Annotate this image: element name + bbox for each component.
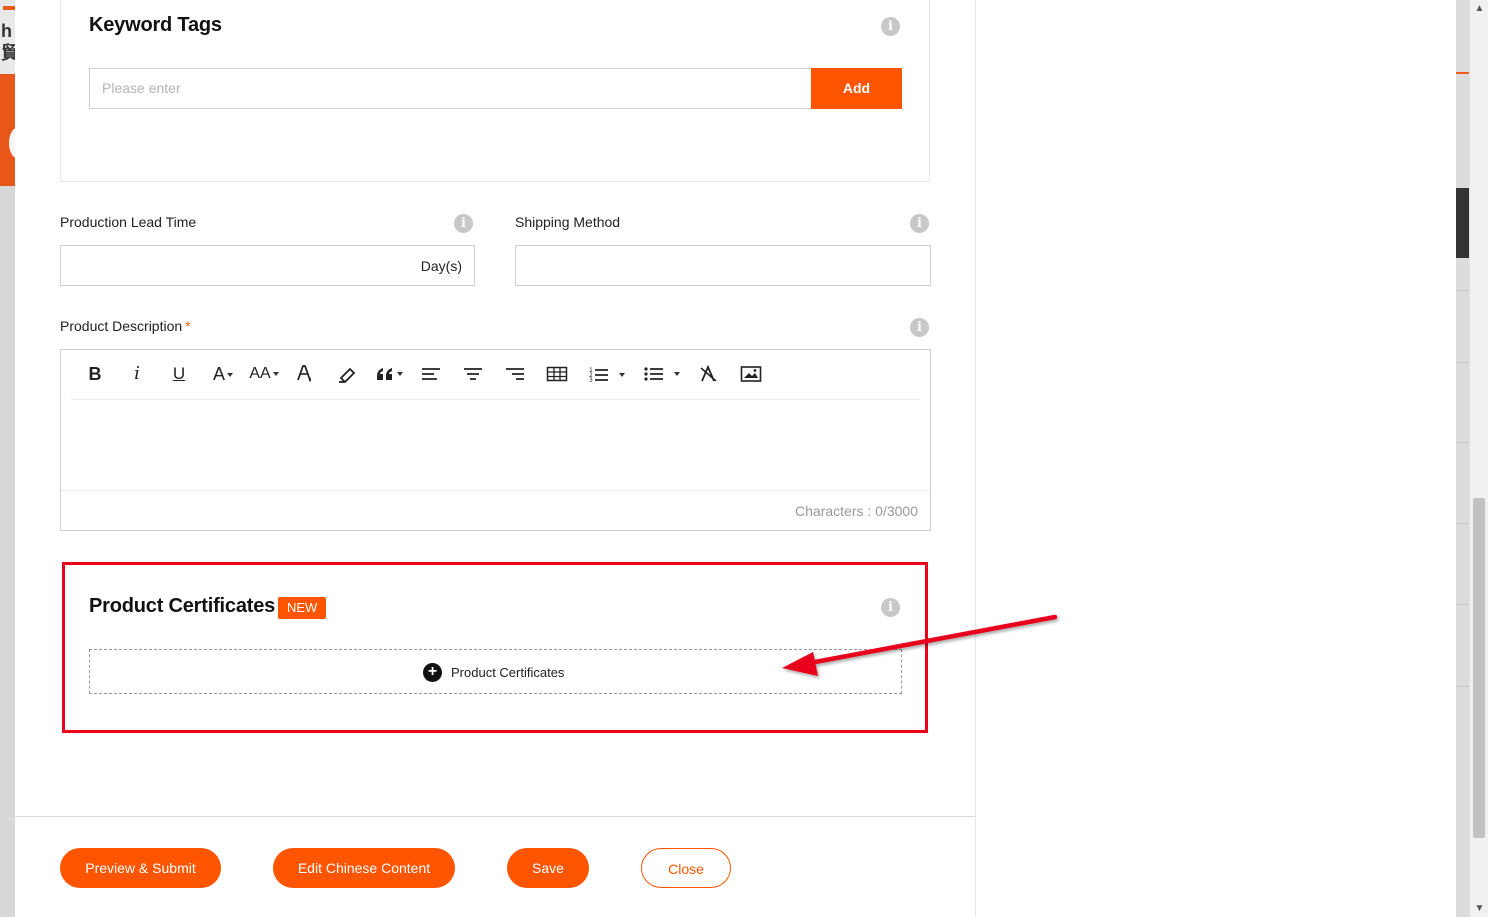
rich-text-editor: B i U A AA 1 2 3 Characters: 0/3000 [60, 349, 931, 531]
ordered-list-icon[interactable]: 123 [588, 362, 630, 386]
production-lead-time-input[interactable]: Day(s) [60, 245, 475, 286]
product-edit-modal: Keyword Tags i Please enter Add Producti… [15, 0, 975, 917]
shipping-method-info-icon[interactable]: i [910, 214, 929, 233]
background-logo-line [3, 6, 15, 10]
product-description-label-text: Product Description [60, 318, 183, 334]
caret-down-icon [272, 371, 279, 376]
underline-icon[interactable]: U [170, 362, 188, 386]
svg-text:3: 3 [589, 377, 593, 384]
background-logo-text: h 貿 [1, 20, 15, 64]
product-description-info-icon[interactable]: i [910, 318, 929, 337]
modal-right-panel [975, 0, 1457, 917]
background-divider [1456, 362, 1469, 363]
bullet-list-icon[interactable] [643, 362, 685, 386]
caret-down-icon [227, 373, 233, 378]
image-icon[interactable] [740, 362, 762, 386]
background-app-left-edge: h 貿 [0, 0, 15, 917]
italic-icon[interactable]: i [129, 362, 145, 386]
background-divider [1456, 523, 1469, 524]
page-scrollbar[interactable]: ▲ ▼ [1469, 0, 1488, 917]
days-unit-label: Day(s) [420, 258, 462, 274]
align-center-icon[interactable] [462, 362, 484, 386]
background-color-icon[interactable] [295, 362, 315, 386]
font-size-icon[interactable]: AA [246, 362, 282, 386]
keyword-tags-info-icon[interactable]: i [881, 17, 900, 36]
production-lead-time-info-icon[interactable]: i [454, 214, 473, 233]
highlight-icon[interactable] [337, 362, 357, 386]
add-keyword-button[interactable]: Add [811, 68, 902, 109]
clear-format-icon[interactable] [698, 362, 720, 386]
editor-footer: Characters : 0/3000 [61, 490, 930, 531]
align-left-icon[interactable] [420, 362, 442, 386]
background-shade [0, 186, 15, 917]
font-color-glyph: A [212, 364, 225, 384]
background-divider [1456, 686, 1469, 687]
character-count: Characters : 0/3000 [795, 503, 918, 519]
editor-toolbar: B i U A AA 1 2 3 [71, 350, 920, 400]
background-divider [1456, 604, 1469, 605]
scrollbar-thumb[interactable] [1473, 498, 1485, 838]
background-logo-text-1: h [1, 21, 12, 41]
font-color-icon[interactable]: A [208, 362, 238, 386]
blockquote-icon[interactable] [375, 362, 407, 386]
background-orange-line [1456, 72, 1469, 74]
shipping-method-label: Shipping Method [515, 214, 621, 230]
background-side-tab[interactable] [1456, 188, 1469, 258]
annotation-highlight-box [62, 562, 928, 733]
required-asterisk: * [185, 318, 191, 334]
product-description-label: Product Description * [60, 318, 191, 334]
background-divider [1456, 442, 1469, 443]
background-logo-text-2: 貿 [1, 43, 15, 63]
editor-content-area[interactable] [61, 400, 930, 489]
close-button[interactable]: Close [641, 848, 731, 888]
edit-chinese-content-button[interactable]: Edit Chinese Content [273, 848, 455, 888]
shipping-method-input[interactable] [515, 245, 931, 286]
keyword-tags-title: Keyword Tags [89, 14, 222, 36]
footer-divider [15, 816, 975, 817]
font-size-glyph: AA [249, 365, 271, 382]
keyword-tags-placeholder: Please enter [102, 80, 181, 96]
save-button[interactable]: Save [507, 848, 589, 888]
background-app-right-edge [1456, 0, 1469, 917]
bold-icon[interactable]: B [87, 362, 103, 386]
scroll-up-arrow-icon[interactable]: ▲ [1470, 0, 1488, 17]
keyword-tags-input[interactable]: Please enter [89, 68, 812, 109]
preview-submit-button[interactable]: Preview & Submit [60, 848, 221, 888]
align-right-icon[interactable] [504, 362, 526, 386]
production-lead-time-label: Production Lead Time [60, 214, 197, 230]
background-divider [1456, 290, 1469, 291]
table-icon[interactable] [546, 362, 568, 386]
scroll-down-arrow-icon[interactable]: ▼ [1470, 900, 1488, 917]
